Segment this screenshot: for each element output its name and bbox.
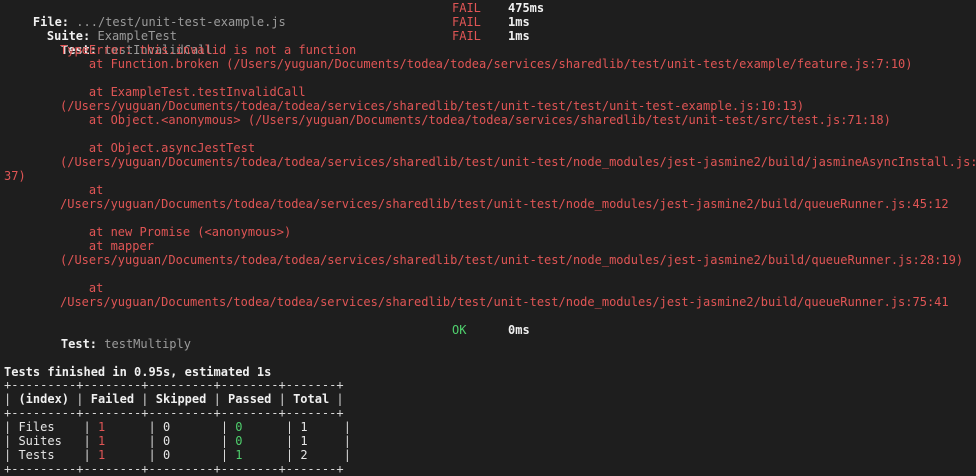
cell-index: Tests: [18, 448, 55, 462]
test2-name: testMultiply: [104, 337, 191, 351]
error-message: TypeError: this.invalid is not a functio…: [60, 43, 357, 57]
suite-line: Suite: ExampleTest: [18, 15, 177, 43]
stack-line: at Function.broken (/Users/yuguan/Docume…: [60, 57, 913, 71]
file-time: 475ms: [508, 1, 545, 15]
stack-line: /Users/yuguan/Documents/todea/todea/serv…: [60, 197, 949, 211]
stack-line: at: [60, 281, 104, 295]
terminal-output: File: .../test/unit-test-example.js FAIL…: [0, 0, 976, 476]
stack-line: 37): [4, 169, 26, 183]
cell-total: 1: [300, 420, 308, 434]
table-header-row: | (index) | Failed | Skipped | Passed | …: [4, 392, 344, 406]
table-row: | Files | 1 | 0 | 0 | 1 |: [4, 420, 351, 434]
test2-status: OK: [452, 323, 467, 337]
suite-time: 1ms: [508, 15, 530, 29]
test-status: FAIL: [452, 29, 481, 43]
cell-total: 1: [300, 434, 308, 448]
cell-passed: 0: [235, 434, 243, 448]
stack-line: at new Promise (<anonymous>): [60, 225, 292, 239]
cell-index: Files: [18, 420, 55, 434]
cell-index: Suites: [18, 434, 62, 448]
table-border-top: +---------+--------+---------+--------+-…: [4, 378, 344, 392]
stack-line: /Users/yuguan/Documents/todea/todea/serv…: [60, 295, 949, 309]
test2-line: Test: testMultiply: [32, 323, 191, 351]
stack-line: at Object.<anonymous> (/Users/yuguan/Doc…: [60, 113, 891, 127]
stack-line: (/Users/yuguan/Documents/todea/todea/ser…: [60, 253, 964, 267]
stack-line: at mapper: [60, 239, 154, 253]
test2-time: 0ms: [508, 323, 530, 337]
table-header-passed: Passed: [228, 392, 272, 406]
table-border-bottom: +---------+--------+---------+--------+-…: [4, 462, 344, 476]
table-header-total: Total: [293, 392, 330, 406]
suite-status: FAIL: [452, 15, 481, 29]
test-time: 1ms: [508, 29, 530, 43]
cell-passed: 1: [235, 448, 243, 462]
table-row: | Suites | 1 | 0 | 0 | 1 |: [4, 434, 351, 448]
stack-line: at Object.asyncJestTest: [60, 141, 256, 155]
stack-line: at: [60, 183, 104, 197]
table-border-mid: +---------+--------+---------+--------+-…: [4, 406, 344, 420]
stack-line: (/Users/yuguan/Documents/todea/todea/ser…: [60, 99, 805, 113]
table-header-failed: Failed: [90, 392, 135, 406]
stack-line: (/Users/yuguan/Documents/todea/todea/ser…: [60, 155, 976, 169]
test2-label: Test:: [60, 337, 98, 351]
table-header-skipped: Skipped: [155, 392, 207, 406]
summary-line: Tests finished in 0.95s, estimated 1s: [4, 365, 272, 379]
stack-line: at ExampleTest.testInvalidCall: [60, 85, 306, 99]
cell-passed: 0: [235, 420, 243, 434]
file-line: File: .../test/unit-test-example.js: [4, 1, 286, 29]
cell-total: 2: [300, 448, 308, 462]
table-row: | Tests | 1 | 0 | 1 | 2 |: [4, 448, 351, 462]
file-status: FAIL: [452, 1, 481, 15]
test-line: Test: testInvalidCall: [32, 29, 213, 57]
table-header-index: (index): [18, 392, 70, 406]
